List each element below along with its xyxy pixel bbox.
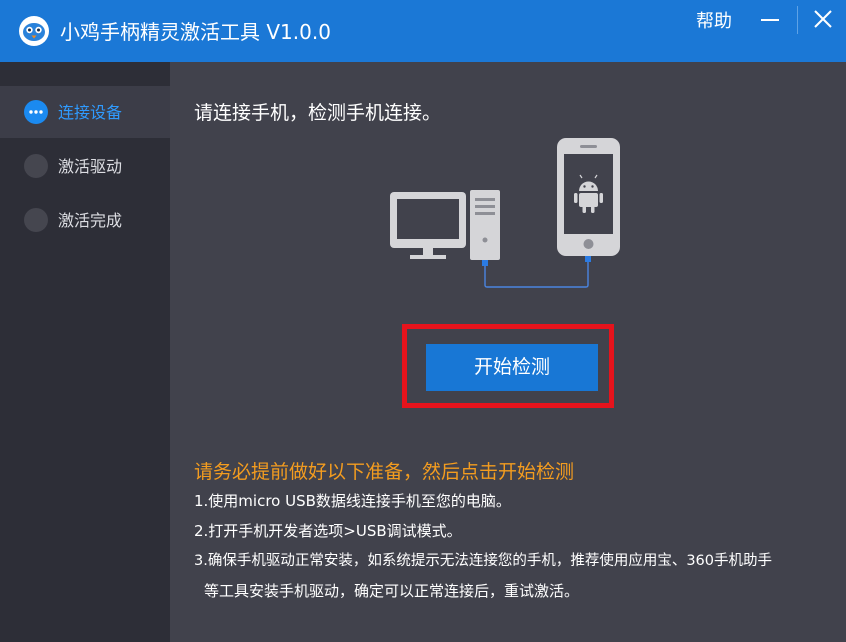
desktop-computer-icon: [390, 190, 500, 260]
sidebar-item-connect-device[interactable]: 连接设备: [0, 86, 170, 138]
sidebar-item-activate-driver[interactable]: 激活驱动: [0, 140, 170, 192]
sidebar-item-label: 激活完成: [58, 211, 123, 230]
step-sidebar: 连接设备 激活驱动 激活完成: [0, 62, 170, 642]
preparation-step: 3.确保手机驱动正常安装，如系统提示无法连接您的手机，推荐使用应用宝、360手机…: [194, 553, 773, 569]
device-connection-illustration: [390, 138, 620, 288]
preparation-step: 等工具安装手机驱动，确定可以正常连接后，重试激活。: [204, 582, 580, 600]
close-icon[interactable]: [812, 8, 834, 30]
title-bar-divider: [797, 6, 798, 34]
in-progress-dots-icon: [24, 100, 48, 124]
pending-circle-icon: [24, 208, 48, 232]
connect-instruction: 请连接手机，检测手机连接。: [194, 102, 442, 124]
preparation-heading: 请务必提前做好以下准备，然后点击开始检测: [194, 461, 575, 483]
title-bar[interactable]: 小鸡手柄精灵激活工具 V1.0.0 帮助: [0, 0, 846, 62]
app-window: 小鸡手柄精灵激活工具 V1.0.0 帮助 连接设备 激活驱动 激活完成 请连接手…: [0, 0, 846, 642]
help-button[interactable]: 帮助: [696, 10, 732, 34]
usb-cable-icon: [482, 256, 591, 288]
sidebar-item-label: 激活驱动: [58, 157, 123, 176]
android-phone-icon: [557, 138, 620, 256]
main-panel: 请连接手机，检测手机连接。 开始检测 请务必提前做好以下准备，然后点击开始检测 …: [170, 62, 846, 642]
minimize-icon[interactable]: [758, 8, 782, 32]
sidebar-item-activation-complete[interactable]: 激活完成: [0, 194, 170, 246]
sidebar-item-label: 连接设备: [58, 103, 123, 122]
start-detection-button[interactable]: 开始检测: [426, 344, 598, 391]
preparation-step: 2.打开手机开发者选项>USB调试模式。: [194, 522, 462, 540]
gamepad-bird-logo-icon: [19, 16, 49, 46]
pending-circle-icon: [24, 154, 48, 178]
preparation-step: 1.使用micro USB数据线连接手机至您的电脑。: [194, 492, 511, 510]
app-title: 小鸡手柄精灵激活工具 V1.0.0: [60, 20, 331, 44]
